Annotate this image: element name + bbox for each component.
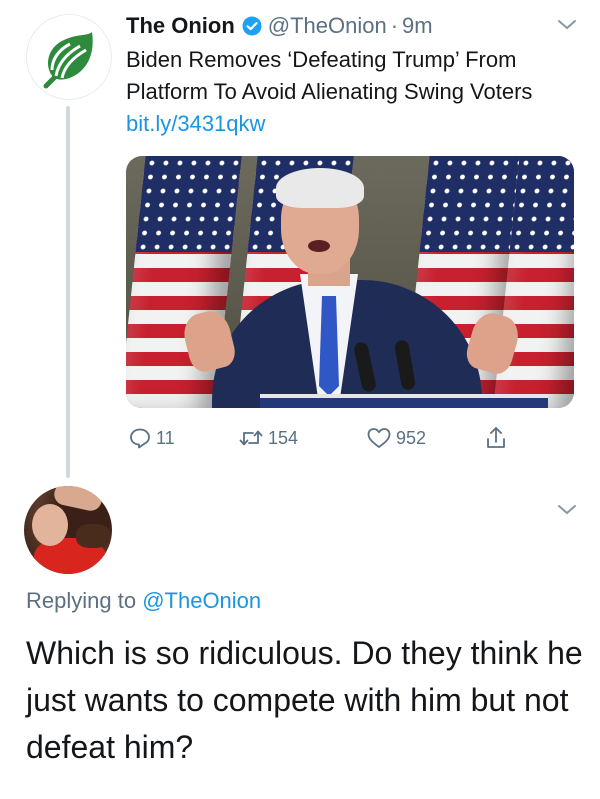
speaker-hair	[276, 168, 364, 208]
podium	[260, 394, 548, 408]
reply-author-avatar[interactable]	[24, 486, 112, 574]
share-icon	[487, 427, 505, 448]
retweet-icon	[239, 430, 263, 446]
chevron-down-icon[interactable]	[556, 503, 578, 522]
speaker-tie	[319, 296, 339, 396]
tweet-photo[interactable]	[126, 156, 574, 408]
tweet-body: Biden Removes ‘Defeating Trump’ From Pla…	[126, 47, 533, 104]
share-button[interactable]	[484, 422, 508, 454]
tweet-header: The Onion @TheOnion · 9m	[126, 10, 433, 42]
like-count: 952	[396, 427, 427, 448]
reply-button[interactable]: 11	[128, 422, 175, 454]
replying-to-mention[interactable]: @TheOnion	[142, 588, 261, 613]
tweet-actions: 11 154 952	[126, 422, 526, 454]
verified-badge-icon	[242, 16, 262, 36]
reply-text: Which is so ridiculous. Do they think he…	[26, 635, 583, 765]
onion-logo-icon	[43, 32, 93, 89]
chevron-down-icon[interactable]	[556, 18, 578, 37]
author-name[interactable]: The Onion	[126, 13, 235, 39]
replying-to-line: Replying to @TheOnion	[26, 588, 261, 614]
tweet-link[interactable]: bit.ly/3431qkw	[126, 111, 265, 136]
header-separator: ·	[390, 13, 399, 38]
heart-icon	[367, 428, 391, 448]
retweet-button[interactable]: 154	[238, 422, 298, 454]
author-handle[interactable]: @TheOnion	[268, 13, 387, 39]
replying-prefix: Replying to	[26, 588, 137, 613]
reply-count: 11	[156, 427, 175, 448]
speaker-mouth	[308, 240, 330, 252]
tweet-text: Biden Removes ‘Defeating Trump’ From Pla…	[126, 44, 566, 140]
retweet-count: 154	[268, 427, 299, 448]
onion-avatar[interactable]	[26, 14, 112, 100]
thread-connector-line	[66, 106, 70, 478]
tweet-timestamp[interactable]: 9m	[402, 13, 433, 39]
reply-icon	[130, 428, 150, 449]
like-button[interactable]: 952	[366, 422, 426, 454]
